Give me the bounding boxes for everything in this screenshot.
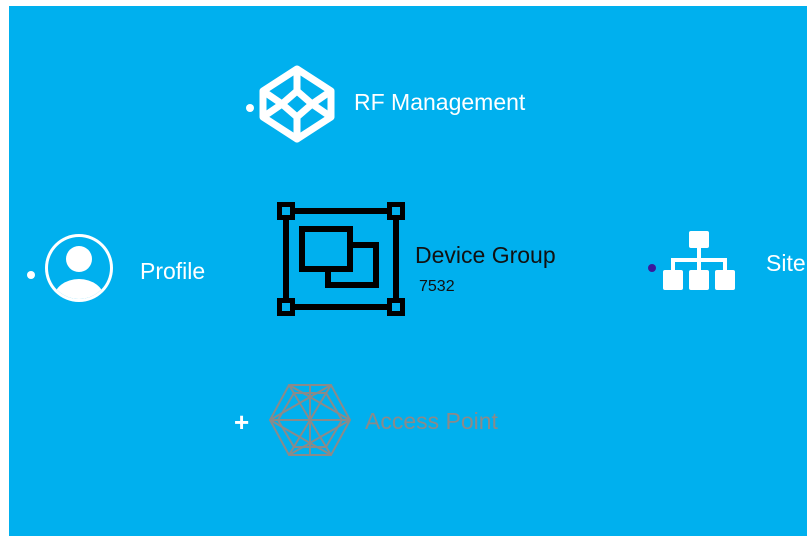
codepen-cube-icon [259, 65, 335, 143]
graph-canvas: RF Management Profile Device Group 7532 … [9, 6, 807, 536]
access-point-node[interactable]: + Access Point [234, 381, 534, 463]
site-label: Site [766, 250, 806, 276]
profile-expand-dot[interactable] [27, 271, 35, 279]
profile-label: Profile [140, 258, 206, 284]
profile-node[interactable]: Profile [27, 228, 227, 308]
access-point-label: Access Point [365, 408, 498, 434]
device-group-node[interactable]: Device Group 7532 [274, 201, 594, 326]
hexagon-network-icon [268, 384, 352, 456]
rf-management-node[interactable]: RF Management [239, 62, 559, 143]
user-circle-icon [45, 234, 113, 302]
sitemap-icon [663, 231, 735, 290]
site-expand-dot[interactable] [648, 264, 656, 272]
access-point-add-icon[interactable]: + [234, 409, 249, 435]
device-group-count: 7532 [419, 278, 455, 295]
rf-management-label: RF Management [354, 89, 526, 115]
site-node[interactable]: Site [645, 229, 807, 299]
device-group-label: Device Group [415, 242, 556, 268]
device-group-icon [277, 202, 405, 316]
rf-management-expand-dot[interactable] [246, 104, 254, 112]
